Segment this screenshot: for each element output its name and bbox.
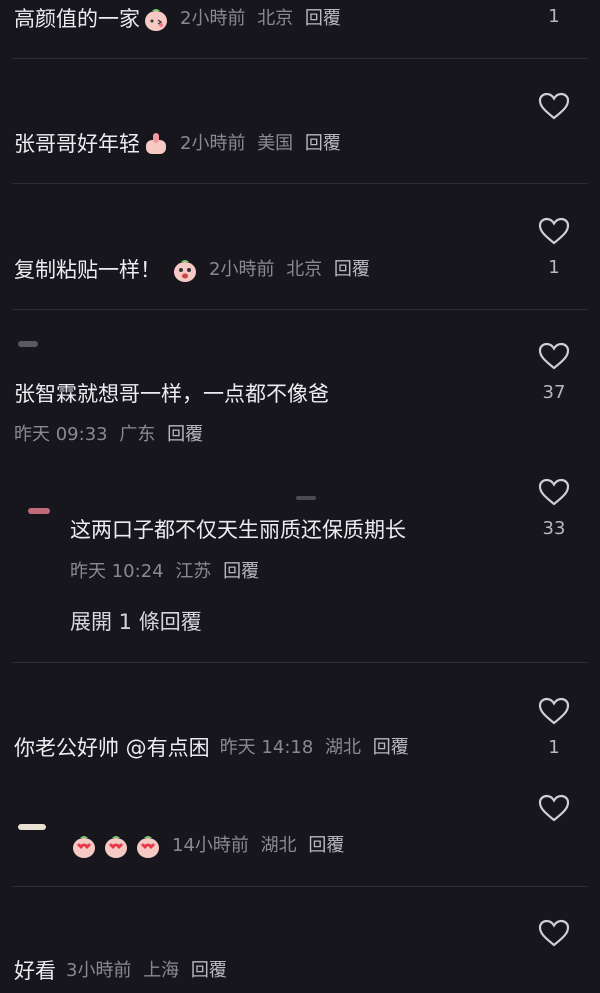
reply-button[interactable]: 回覆	[305, 133, 341, 154]
divider	[12, 662, 588, 663]
reply-button[interactable]: 回覆	[308, 835, 344, 856]
reply-button[interactable]: 回覆	[305, 8, 341, 29]
comment-list: 高颜值的一家 2小時前 北京 回覆 1 张哥哥好年轻 2小時前 美国 回覆 1 …	[0, 0, 600, 993]
reply-button[interactable]: 回覆	[191, 960, 227, 981]
divider	[12, 886, 588, 887]
comment-time: 3小時前	[66, 960, 132, 981]
heart-outline-icon[interactable]	[538, 216, 570, 246]
comment-time: 2小時前	[180, 133, 246, 154]
reply-button[interactable]: 回覆	[334, 259, 370, 280]
comment-location: 湖北	[260, 835, 297, 856]
like-count: 1	[548, 257, 560, 278]
like-count: 33	[542, 518, 566, 539]
comment-location: 上海	[143, 960, 180, 981]
heart-outline-icon[interactable]	[538, 341, 570, 371]
heart-outline-icon[interactable]	[538, 91, 570, 121]
divider	[12, 58, 588, 59]
comment-time: 2小時前	[209, 259, 275, 280]
reply-button[interactable]: 回覆	[167, 424, 203, 445]
comment-meta: 昨天 09:33 广东 回覆	[14, 423, 203, 447]
comment-time: 2小時前	[180, 8, 246, 29]
comment-time: 昨天 09:33	[14, 424, 108, 445]
blushing-peach-emoji-icon	[145, 9, 167, 31]
divider	[12, 183, 588, 184]
comment-meta: 昨天 10:24 江苏 回覆	[70, 560, 259, 584]
thumbs-up-peach-emoji-icon	[146, 133, 166, 154]
comment-time: 昨天 14:18	[219, 737, 314, 758]
heart-outline-icon[interactable]	[538, 477, 570, 507]
avatar[interactable]	[18, 341, 38, 347]
comment-item: 张哥哥好年轻 2小時前 美国 回覆	[14, 130, 341, 158]
comment-item: 复制粘贴一样！ 2小時前 北京 回覆	[14, 256, 370, 284]
comment-location: 湖北	[325, 737, 362, 758]
avatar[interactable]	[18, 824, 46, 830]
like-count: 1	[548, 6, 560, 27]
like-count: 1	[548, 737, 560, 758]
comment-text: 高颜值的一家	[14, 7, 140, 31]
comment-item: 你老公好帅 @有点困 昨天 14:18 湖北 回覆	[14, 735, 409, 761]
comment-text: 你老公好帅 @有点困	[14, 736, 210, 760]
reply-button[interactable]: 回覆	[223, 561, 259, 582]
heart-outline-icon[interactable]	[538, 793, 570, 823]
comment-text: 张智霖就想哥一样，一点都不像爸	[14, 382, 329, 406]
heart-outline-icon[interactable]	[538, 696, 570, 726]
heart-eyes-peach-emoji-icon	[137, 836, 159, 858]
comment-text: 好看	[14, 959, 56, 983]
comment-text: 复制粘贴一样！	[14, 258, 161, 282]
comment-time: 昨天 10:24	[70, 561, 164, 582]
comment-location: 美国	[257, 133, 294, 154]
expand-replies-button[interactable]: 展開 1 條回覆	[70, 606, 202, 636]
comment-item: 好看 3小時前 上海 回覆	[14, 958, 227, 984]
worried-peach-emoji-icon	[174, 260, 196, 282]
heart-eyes-peach-emoji-icon	[73, 836, 95, 858]
avatar[interactable]	[28, 508, 50, 514]
comment-location: 广东	[119, 424, 156, 445]
comment-item: 高颜值的一家 2小時前 北京 回覆	[14, 5, 341, 33]
comment-text: 张哥哥好年轻	[14, 132, 140, 156]
heart-outline-icon[interactable]	[538, 918, 570, 948]
heart-eyes-peach-emoji-icon	[105, 836, 127, 858]
reply-button[interactable]: 回覆	[373, 737, 409, 758]
comment-time: 14小時前	[172, 835, 249, 856]
comment-location: 江苏	[175, 561, 212, 582]
comment-item: 14小時前 湖北 回覆	[70, 832, 344, 860]
avatar-fragment	[296, 496, 316, 500]
like-count: 37	[542, 382, 566, 403]
comment-location: 北京	[257, 8, 294, 29]
divider	[12, 309, 588, 310]
comment-text: 这两口子都不仅天生丽质还保质期长	[70, 518, 406, 542]
comment-location: 北京	[286, 259, 323, 280]
